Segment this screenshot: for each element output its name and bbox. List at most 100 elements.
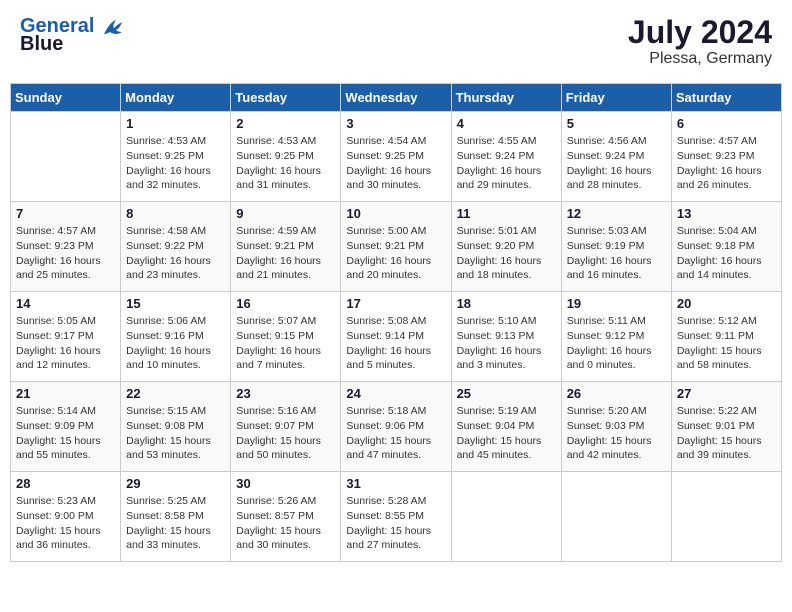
calendar-cell: 5 Sunrise: 4:56 AMSunset: 9:24 PMDaylight… bbox=[561, 112, 671, 202]
day-number: 29 bbox=[126, 476, 225, 491]
day-info: Sunrise: 5:01 AMSunset: 9:20 PMDaylight:… bbox=[457, 224, 556, 283]
calendar-cell: 6 Sunrise: 4:57 AMSunset: 9:23 PMDaylight… bbox=[671, 112, 781, 202]
calendar-cell: 8Sunrise: 4:58 AMSunset: 9:22 PMDaylight… bbox=[121, 202, 231, 292]
day-number: 11 bbox=[457, 206, 556, 221]
calendar-cell: 25 Sunrise: 5:19 AMSunset: 9:04 PMDayligh… bbox=[451, 382, 561, 472]
calendar-cell: 28 Sunrise: 5:23 AMSunset: 9:00 PMDayligh… bbox=[11, 472, 121, 562]
calendar-week-row: 21Sunrise: 5:14 AMSunset: 9:09 PMDayligh… bbox=[11, 382, 782, 472]
column-header-tuesday: Tuesday bbox=[231, 84, 341, 112]
day-info: Sunrise: 4:56 AMSunset: 9:24 PMDaylight:… bbox=[567, 134, 666, 193]
calendar-cell: 7 Sunrise: 4:57 AMSunset: 9:23 PMDaylight… bbox=[11, 202, 121, 292]
day-number: 10 bbox=[346, 206, 445, 221]
calendar-cell: 31 Sunrise: 5:28 AMSunset: 8:55 PMDayligh… bbox=[341, 472, 451, 562]
day-info: Sunrise: 4:53 AMSunset: 9:25 PMDaylight:… bbox=[126, 134, 225, 193]
day-info: Sunrise: 4:59 AMSunset: 9:21 PMDaylight:… bbox=[236, 224, 335, 283]
day-number: 20 bbox=[677, 296, 776, 311]
day-info: Sunrise: 5:06 AMSunset: 9:16 PMDaylight:… bbox=[126, 314, 225, 373]
day-info: Sunrise: 5:11 AMSunset: 9:12 PMDaylight:… bbox=[567, 314, 666, 373]
day-info: Sunrise: 4:53 AMSunset: 9:25 PMDaylight:… bbox=[236, 134, 335, 193]
day-info: Sunrise: 5:07 AMSunset: 9:15 PMDaylight:… bbox=[236, 314, 335, 373]
page-header: General Blue July 2024 Plessa, Germany bbox=[10, 10, 782, 73]
day-info: Sunrise: 5:12 AMSunset: 9:11 PMDaylight:… bbox=[677, 314, 776, 373]
day-info: Sunrise: 4:55 AMSunset: 9:24 PMDaylight:… bbox=[457, 134, 556, 193]
calendar-table: SundayMondayTuesdayWednesdayThursdayFrid… bbox=[10, 83, 782, 562]
day-number: 24 bbox=[346, 386, 445, 401]
day-info: Sunrise: 5:25 AMSunset: 8:58 PMDaylight:… bbox=[126, 494, 225, 553]
day-number: 1 bbox=[126, 116, 225, 131]
day-info: Sunrise: 4:58 AMSunset: 9:22 PMDaylight:… bbox=[126, 224, 225, 283]
logo-bird-icon bbox=[102, 18, 124, 36]
calendar-cell: 11 Sunrise: 5:01 AMSunset: 9:20 PMDayligh… bbox=[451, 202, 561, 292]
column-header-wednesday: Wednesday bbox=[341, 84, 451, 112]
day-info: Sunrise: 5:28 AMSunset: 8:55 PMDaylight:… bbox=[346, 494, 445, 553]
day-info: Sunrise: 5:04 AMSunset: 9:18 PMDaylight:… bbox=[677, 224, 776, 283]
calendar-week-row: 7 Sunrise: 4:57 AMSunset: 9:23 PMDaylight… bbox=[11, 202, 782, 292]
calendar-cell: 3 Sunrise: 4:54 AMSunset: 9:25 PMDaylight… bbox=[341, 112, 451, 202]
day-info: Sunrise: 5:16 AMSunset: 9:07 PMDaylight:… bbox=[236, 404, 335, 463]
calendar-cell: 14 Sunrise: 5:05 AMSunset: 9:17 PMDayligh… bbox=[11, 292, 121, 382]
day-number: 5 bbox=[567, 116, 666, 131]
day-number: 28 bbox=[16, 476, 115, 491]
day-info: Sunrise: 4:57 AMSunset: 9:23 PMDaylight:… bbox=[16, 224, 115, 283]
day-number: 7 bbox=[16, 206, 115, 221]
day-number: 17 bbox=[346, 296, 445, 311]
day-number: 6 bbox=[677, 116, 776, 131]
day-number: 16 bbox=[236, 296, 335, 311]
calendar-week-row: 1 Sunrise: 4:53 AMSunset: 9:25 PMDaylight… bbox=[11, 112, 782, 202]
calendar-cell: 24 Sunrise: 5:18 AMSunset: 9:06 PMDayligh… bbox=[341, 382, 451, 472]
day-info: Sunrise: 5:19 AMSunset: 9:04 PMDaylight:… bbox=[457, 404, 556, 463]
day-number: 19 bbox=[567, 296, 666, 311]
calendar-cell: 21Sunrise: 5:14 AMSunset: 9:09 PMDayligh… bbox=[11, 382, 121, 472]
calendar-cell: 18 Sunrise: 5:10 AMSunset: 9:13 PMDayligh… bbox=[451, 292, 561, 382]
day-info: Sunrise: 5:15 AMSunset: 9:08 PMDaylight:… bbox=[126, 404, 225, 463]
location-subtitle: Plessa, Germany bbox=[628, 50, 772, 68]
calendar-cell: 2Sunrise: 4:53 AMSunset: 9:25 PMDaylight… bbox=[231, 112, 341, 202]
calendar-cell: 12 Sunrise: 5:03 AMSunset: 9:19 PMDayligh… bbox=[561, 202, 671, 292]
day-number: 14 bbox=[16, 296, 115, 311]
day-info: Sunrise: 5:22 AMSunset: 9:01 PMDaylight:… bbox=[677, 404, 776, 463]
calendar-week-row: 14 Sunrise: 5:05 AMSunset: 9:17 PMDayligh… bbox=[11, 292, 782, 382]
calendar-cell: 1 Sunrise: 4:53 AMSunset: 9:25 PMDaylight… bbox=[121, 112, 231, 202]
calendar-cell: 10Sunrise: 5:00 AMSunset: 9:21 PMDayligh… bbox=[341, 202, 451, 292]
calendar-cell: 23 Sunrise: 5:16 AMSunset: 9:07 PMDayligh… bbox=[231, 382, 341, 472]
day-number: 12 bbox=[567, 206, 666, 221]
calendar-header-row: SundayMondayTuesdayWednesdayThursdayFrid… bbox=[11, 84, 782, 112]
day-number: 25 bbox=[457, 386, 556, 401]
month-year-title: July 2024 bbox=[628, 15, 772, 50]
day-number: 13 bbox=[677, 206, 776, 221]
day-info: Sunrise: 4:57 AMSunset: 9:23 PMDaylight:… bbox=[677, 134, 776, 193]
day-info: Sunrise: 5:23 AMSunset: 9:00 PMDaylight:… bbox=[16, 494, 115, 553]
calendar-cell bbox=[561, 472, 671, 562]
day-info: Sunrise: 5:18 AMSunset: 9:06 PMDaylight:… bbox=[346, 404, 445, 463]
calendar-cell: 22 Sunrise: 5:15 AMSunset: 9:08 PMDayligh… bbox=[121, 382, 231, 472]
day-number: 31 bbox=[346, 476, 445, 491]
day-info: Sunrise: 5:14 AMSunset: 9:09 PMDaylight:… bbox=[16, 404, 115, 463]
calendar-cell: 19 Sunrise: 5:11 AMSunset: 9:12 PMDayligh… bbox=[561, 292, 671, 382]
calendar-cell: 26Sunrise: 5:20 AMSunset: 9:03 PMDayligh… bbox=[561, 382, 671, 472]
column-header-sunday: Sunday bbox=[11, 84, 121, 112]
calendar-cell: 9Sunrise: 4:59 AMSunset: 9:21 PMDaylight… bbox=[231, 202, 341, 292]
day-info: Sunrise: 4:54 AMSunset: 9:25 PMDaylight:… bbox=[346, 134, 445, 193]
day-info: Sunrise: 5:20 AMSunset: 9:03 PMDaylight:… bbox=[567, 404, 666, 463]
day-number: 23 bbox=[236, 386, 335, 401]
calendar-cell bbox=[451, 472, 561, 562]
day-number: 27 bbox=[677, 386, 776, 401]
day-info: Sunrise: 5:08 AMSunset: 9:14 PMDaylight:… bbox=[346, 314, 445, 373]
day-number: 4 bbox=[457, 116, 556, 131]
column-header-saturday: Saturday bbox=[671, 84, 781, 112]
day-info: Sunrise: 5:26 AMSunset: 8:57 PMDaylight:… bbox=[236, 494, 335, 553]
day-info: Sunrise: 5:03 AMSunset: 9:19 PMDaylight:… bbox=[567, 224, 666, 283]
day-number: 3 bbox=[346, 116, 445, 131]
day-info: Sunrise: 5:10 AMSunset: 9:13 PMDaylight:… bbox=[457, 314, 556, 373]
title-section: July 2024 Plessa, Germany bbox=[628, 15, 772, 68]
day-number: 18 bbox=[457, 296, 556, 311]
column-header-friday: Friday bbox=[561, 84, 671, 112]
column-header-monday: Monday bbox=[121, 84, 231, 112]
calendar-cell: 27 Sunrise: 5:22 AMSunset: 9:01 PMDayligh… bbox=[671, 382, 781, 472]
calendar-cell: 29 Sunrise: 5:25 AMSunset: 8:58 PMDayligh… bbox=[121, 472, 231, 562]
calendar-cell bbox=[11, 112, 121, 202]
day-number: 22 bbox=[126, 386, 225, 401]
calendar-cell bbox=[671, 472, 781, 562]
calendar-cell: 30Sunrise: 5:26 AMSunset: 8:57 PMDayligh… bbox=[231, 472, 341, 562]
day-info: Sunrise: 5:05 AMSunset: 9:17 PMDaylight:… bbox=[16, 314, 115, 373]
